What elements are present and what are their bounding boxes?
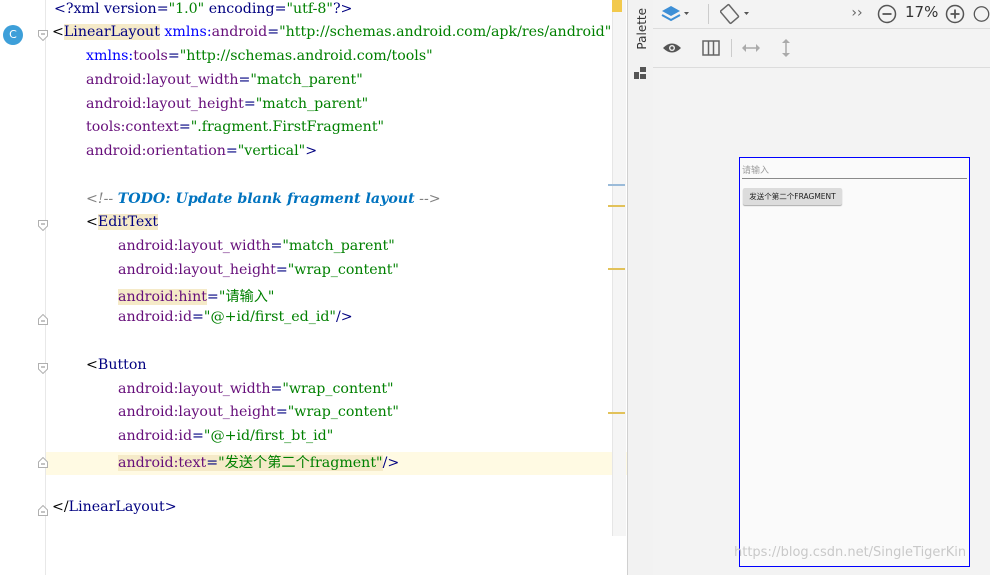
code-line[interactable]: <EditText — [86, 214, 159, 238]
editor-gutter: C — [0, 0, 48, 575]
layout-preview-device[interactable]: 请输入 发送个第二个FRAGMENT — [739, 157, 970, 567]
fold-close-icon[interactable] — [38, 457, 48, 468]
palette-tab[interactable]: Palette — [635, 8, 649, 50]
code-line[interactable]: <LinearLayout xmlns:android="http://sche… — [52, 24, 611, 48]
fold-open-icon[interactable] — [38, 363, 48, 374]
code-line[interactable]: <!-- TODO: Update blank fragment layout … — [86, 191, 441, 215]
design-surface-layers-icon[interactable] — [659, 2, 695, 26]
stripe-marker[interactable] — [608, 412, 625, 414]
preview-edit-text[interactable]: 请输入 — [742, 164, 967, 179]
code-line[interactable]: android:hint="请输入" — [118, 286, 274, 310]
zoom-fit-icon[interactable] — [973, 3, 990, 25]
fold-open-icon[interactable] — [38, 30, 48, 41]
zoom-level: 17% — [905, 3, 939, 21]
columns-icon[interactable] — [700, 38, 722, 58]
code-line[interactable]: android:orientation="vertical"> — [86, 143, 317, 167]
horizontal-resize-icon[interactable] — [740, 38, 762, 58]
code-line[interactable]: <Button — [86, 357, 147, 381]
toolbar-separator — [731, 39, 732, 57]
fold-close-icon[interactable] — [38, 314, 48, 325]
palette-tool-strip: Palette — [627, 0, 654, 575]
component-tree-icon[interactable] — [633, 65, 647, 84]
code-line[interactable]: android:id="@+id/first_ed_id"/> — [118, 309, 353, 333]
toolbar-separator — [708, 4, 709, 24]
code-line[interactable]: <?xml version="1.0" encoding="utf-8"?> — [54, 1, 352, 25]
code-line[interactable]: android:layout_height="match_parent" — [86, 96, 368, 120]
overflow-chevron-icon[interactable]: ›› — [849, 4, 865, 22]
code-line[interactable]: android:layout_height="wrap_content" — [118, 262, 399, 286]
zoom-in-icon[interactable] — [944, 3, 966, 25]
eye-icon[interactable] — [661, 38, 683, 58]
code-line[interactable]: android:text="发送个第二个fragment"/> — [118, 452, 399, 476]
watermark: https://blog.csdn.net/SingleTigerKin — [734, 545, 967, 560]
design-toolbar-top: ›› 17% — [653, 0, 990, 29]
fold-close-icon[interactable] — [38, 505, 48, 516]
code-line[interactable]: </LinearLayout> — [52, 499, 177, 523]
class-badge-icon[interactable]: C — [3, 25, 23, 45]
code-line[interactable]: android:layout_width="wrap_content" — [118, 381, 394, 405]
code-line[interactable]: xmlns:tools="http://schemas.android.com/… — [86, 48, 433, 72]
design-toolbar-bottom — [653, 29, 990, 68]
code-line[interactable]: tools:context=".fragment.FirstFragment" — [86, 119, 384, 143]
vertical-resize-icon[interactable] — [775, 38, 797, 58]
fold-open-icon[interactable] — [38, 220, 48, 231]
code-line[interactable]: android:id="@+id/first_bt_id" — [118, 428, 333, 452]
code-line[interactable]: android:layout_width="match_parent" — [86, 72, 363, 96]
stripe-marker[interactable] — [608, 268, 625, 270]
code-line[interactable]: android:layout_height="wrap_content" — [118, 404, 399, 428]
stripe-marker[interactable] — [608, 205, 625, 207]
preview-button[interactable]: 发送个第二个FRAGMENT — [743, 188, 842, 205]
warning-indicator-icon[interactable] — [612, 0, 622, 12]
stripe-marker[interactable] — [608, 184, 625, 186]
code-line[interactable]: android:layout_width="match_parent" — [118, 238, 395, 262]
orientation-icon[interactable] — [719, 2, 755, 26]
code-editor[interactable]: C <?xml version="1.0" encoding="utf-8"?>… — [0, 0, 627, 575]
zoom-out-icon[interactable] — [876, 3, 898, 25]
